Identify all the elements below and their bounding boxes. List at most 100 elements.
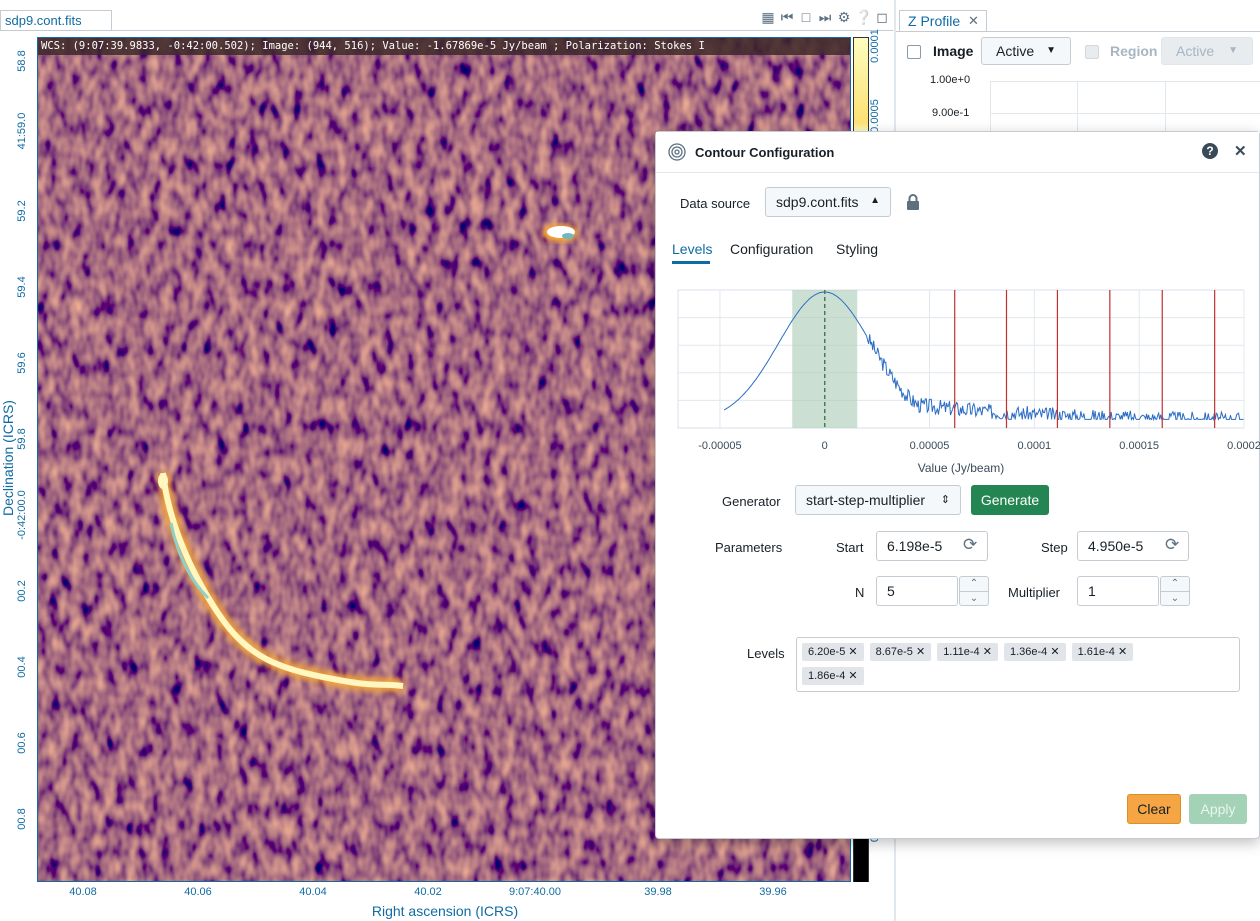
refresh-icon[interactable]: ⟳ (963, 535, 977, 555)
region-checkbox[interactable] (1085, 45, 1099, 59)
level-tag: 1.61e-4 ✕ (1071, 643, 1134, 661)
histogram-tick-label: 0.00005 (909, 440, 950, 452)
chevron-up-icon[interactable]: ⌃ (960, 577, 988, 592)
histogram-tick-label: 0.00015 (1119, 440, 1160, 452)
histogram-tick-label: -0.00005 (698, 440, 742, 452)
apply-button[interactable]: Apply (1189, 794, 1247, 824)
lock-icon[interactable] (906, 194, 920, 210)
remove-tag-icon[interactable]: ✕ (1050, 646, 1059, 658)
level-tag: 1.36e-4 ✕ (1003, 643, 1066, 661)
gear-icon[interactable]: ⚙ (836, 9, 852, 26)
contour-icon (668, 143, 686, 161)
dec-tick-label: 58.8 (16, 50, 28, 72)
maximize-icon[interactable]: ◻ (874, 9, 890, 26)
data-source-select[interactable]: sdp9.cont.fits ▲ (765, 187, 891, 217)
viewer-tab[interactable]: sdp9.cont.fits (0, 10, 112, 30)
select-arrows-icon: ▲ (870, 195, 880, 206)
ra-tick-label: 9:07:40.00 (509, 886, 561, 898)
region-dropdown[interactable]: Active ▼ (1161, 37, 1253, 65)
region-dropdown-value: Active (1176, 43, 1215, 59)
tab-divider (0, 30, 893, 31)
n-label: N (855, 585, 865, 600)
level-tag: 1.11e-4 ✕ (937, 643, 998, 661)
dec-tick-label: -0:42:00.0 (16, 490, 28, 540)
colorbar-tick-label: 0.0005 (868, 99, 881, 133)
chevron-down-icon[interactable]: ⌄ (960, 592, 988, 606)
remove-tag-icon[interactable]: ✕ (983, 646, 992, 658)
skip-forward-icon[interactable]: ⏭ (817, 9, 833, 26)
image-checkbox-label: Image (933, 43, 974, 59)
tab-styling[interactable]: Styling (836, 241, 878, 257)
refresh-icon[interactable]: ⟳ (1165, 535, 1179, 555)
histogram-x-ticks: -0.00005 0 0.00005 0.0001 0.00015 0.0002 (666, 440, 1260, 460)
levels-tag-input[interactable]: 6.20e-5 ✕ 8.67e-5 ✕ 1.11e-4 ✕ 1.36e-4 ✕ … (796, 637, 1240, 692)
dialog-title: Contour Configuration (695, 145, 835, 160)
generate-button[interactable]: Generate (971, 485, 1049, 515)
data-source-value: sdp9.cont.fits (776, 194, 859, 210)
z-profile-tick-label: 9.00e-1 (932, 107, 970, 119)
ra-tick-label: 40.04 (299, 886, 327, 898)
remove-tag-icon[interactable]: ✕ (848, 670, 857, 682)
caret-down-icon: ▼ (1228, 45, 1238, 56)
ra-tick-label: 40.06 (184, 886, 212, 898)
help-icon[interactable]: ? (1202, 143, 1218, 159)
skip-back-icon[interactable]: ⏮ (779, 9, 795, 26)
dec-tick-label: 00.8 (16, 808, 28, 830)
histogram-tick-label: 0.0002 (1227, 440, 1260, 452)
step-label: Step (1041, 540, 1068, 555)
start-label: Start (836, 540, 864, 555)
active-tab-indicator (672, 261, 710, 264)
remove-tag-icon[interactable]: ✕ (1118, 646, 1127, 658)
image-checkbox[interactable] (907, 45, 921, 59)
dec-tick-label: 59.2 (16, 200, 28, 222)
close-icon[interactable]: ✕ (968, 13, 979, 29)
dec-tick-label: 41:59.0 (16, 112, 28, 150)
layout-icon[interactable]: ▦ (760, 9, 776, 26)
ra-tick-label: 40.08 (69, 886, 97, 898)
histogram-x-label: Value (Jy/beam) (917, 461, 1005, 475)
data-source-label: Data source (680, 196, 751, 211)
clear-button[interactable]: Clear (1127, 794, 1181, 824)
chevron-down-icon[interactable]: ⌄ (1161, 592, 1189, 606)
level-tag: 8.67e-5 ✕ (869, 643, 932, 661)
rms-band (792, 290, 858, 428)
multiplier-input[interactable]: 1 (1077, 576, 1159, 606)
chevron-up-icon[interactable]: ⌃ (1161, 577, 1189, 592)
generator-label: Generator (722, 494, 781, 509)
select-arrows-icon: ⇕ (940, 494, 950, 506)
parameters-label: Parameters (715, 540, 783, 555)
dec-tick-label: 00.6 (16, 732, 28, 754)
n-value: 5 (887, 583, 895, 599)
dec-tick-label: 59.6 (16, 352, 28, 374)
tab-divider (896, 31, 1260, 32)
caret-down-icon: ▼ (1046, 45, 1056, 56)
ra-tick-label: 39.96 (759, 886, 787, 898)
histogram-tick-label: 0.0001 (1017, 440, 1052, 452)
n-input[interactable]: 5 (876, 576, 958, 606)
remove-tag-icon[interactable]: ✕ (916, 646, 925, 658)
step-value: 4.950e-5 (1088, 538, 1144, 554)
dec-tick-label: 00.2 (16, 580, 28, 602)
image-dropdown-value: Active (996, 43, 1035, 59)
tab-configuration[interactable]: Configuration (730, 241, 813, 257)
close-icon[interactable]: ✕ (1234, 142, 1247, 160)
plot-area (677, 289, 1245, 429)
x-axis-label: Right ascension (ICRS) (371, 903, 519, 919)
z-profile-tick-label: 1.00e+0 (930, 74, 971, 86)
level-tag: 1.86e-4 ✕ (802, 667, 864, 685)
level-tag: 6.20e-5 ✕ (802, 643, 864, 661)
help-icon[interactable]: ❔ (855, 9, 872, 26)
n-stepper[interactable]: ⌃ ⌄ (959, 576, 989, 606)
square-icon[interactable]: □ (798, 9, 814, 25)
dec-tick-label: 59.4 (16, 276, 28, 298)
generator-select[interactable]: start-step-multiplier ⇕ (795, 485, 961, 515)
multiplier-stepper[interactable]: ⌃ ⌄ (1160, 576, 1190, 606)
dec-tick-label: 00.4 (16, 656, 28, 678)
remove-tag-icon[interactable]: ✕ (848, 646, 857, 658)
tab-levels[interactable]: Levels (672, 241, 712, 257)
viewer-toolbar: ▦ ⏮ □ ⏭ ⚙ ❔ ◻ (760, 8, 890, 26)
contour-config-dialog: Contour Configuration ? ✕ Data source sd… (655, 131, 1260, 839)
image-dropdown[interactable]: Active ▼ (981, 37, 1071, 65)
y-axis-label: Declination (ICRS) (0, 400, 16, 516)
levels-label: Levels (747, 646, 785, 661)
